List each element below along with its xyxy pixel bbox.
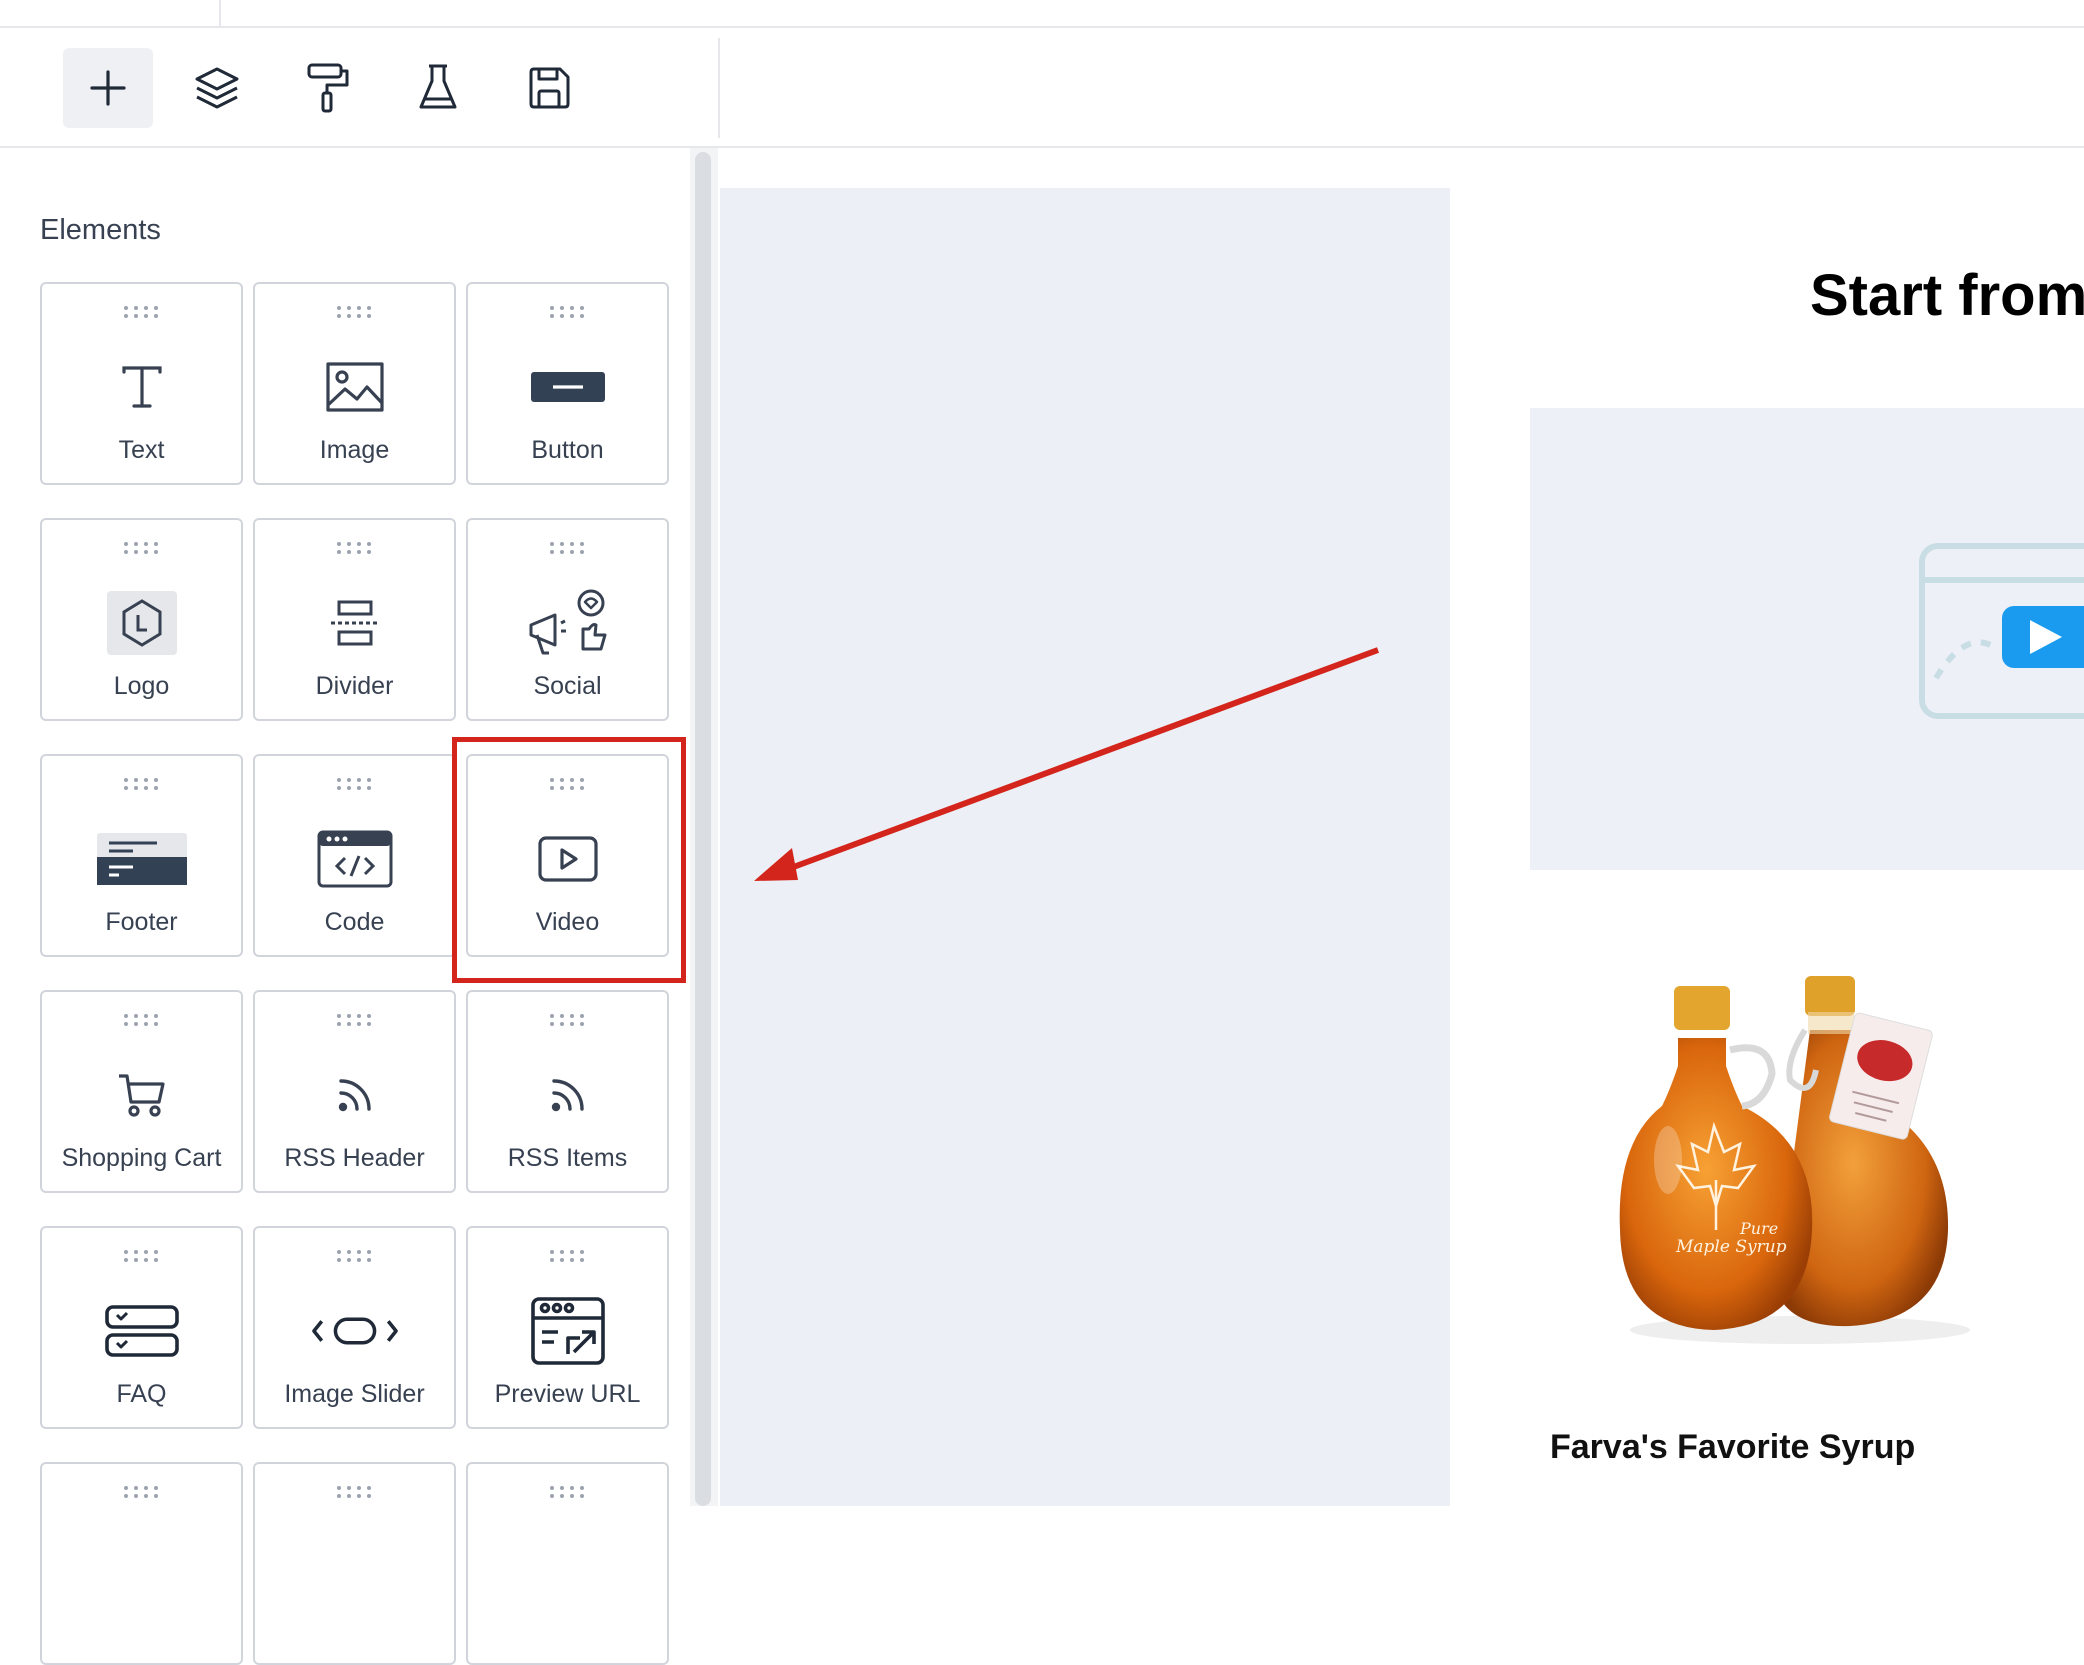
element-tile-preview-url[interactable]: Preview URL bbox=[466, 1226, 669, 1429]
drag-handle-icon bbox=[549, 1014, 584, 1026]
save-button[interactable] bbox=[504, 48, 594, 128]
add-icon bbox=[90, 70, 126, 106]
slider-icon bbox=[310, 1286, 400, 1376]
element-label: Divider bbox=[315, 672, 394, 700]
element-label: RSS Items bbox=[507, 1144, 628, 1172]
element-label: Preview URL bbox=[494, 1380, 641, 1408]
rss-icon bbox=[523, 1050, 613, 1140]
element-label: Shopping Cart bbox=[61, 1144, 222, 1172]
drag-handle-icon bbox=[549, 306, 584, 318]
element-tile-shopping-cart[interactable]: Shopping Cart bbox=[40, 990, 243, 1193]
drag-handle-icon bbox=[123, 1014, 158, 1026]
paint-roller-icon bbox=[307, 63, 349, 113]
rss-icon bbox=[310, 1050, 400, 1140]
video-placeholder-icon bbox=[1919, 543, 2084, 719]
drag-handle-icon bbox=[336, 1250, 371, 1262]
drag-handle-icon bbox=[123, 1250, 158, 1262]
drag-handle-icon bbox=[123, 778, 158, 790]
element-label: Button bbox=[531, 436, 604, 464]
element-label: RSS Header bbox=[284, 1144, 425, 1172]
sidebar-scrollbar[interactable] bbox=[695, 152, 711, 1506]
logo-icon bbox=[97, 578, 187, 668]
divider-icon bbox=[310, 578, 400, 668]
drag-handle-icon bbox=[549, 1250, 584, 1262]
cart-icon bbox=[97, 1050, 187, 1140]
drag-handle-icon bbox=[123, 306, 158, 318]
maple-syrup-bottles-image: Pure Maple Syrup bbox=[1550, 930, 2030, 1380]
element-label: Image bbox=[319, 436, 390, 464]
element-tile-partial[interactable] bbox=[466, 1462, 669, 1665]
element-tile-partial[interactable] bbox=[40, 1462, 243, 1665]
drag-handle-icon bbox=[336, 542, 371, 554]
video-highlight-box bbox=[452, 737, 686, 983]
product-image[interactable]: Pure Maple Syrup bbox=[1550, 930, 2030, 1380]
drag-handle-icon bbox=[123, 542, 158, 554]
social-icon bbox=[523, 578, 613, 668]
style-button[interactable] bbox=[283, 48, 373, 128]
element-tile-image[interactable]: Image bbox=[253, 282, 456, 485]
element-label: Text bbox=[118, 436, 165, 464]
preview-url-icon bbox=[523, 1286, 613, 1376]
footer-icon bbox=[96, 814, 187, 904]
add-element-button[interactable] bbox=[63, 48, 153, 128]
flask-icon bbox=[419, 64, 457, 109]
toolbar-divider bbox=[718, 38, 720, 138]
bottle-label-maple-syrup: Maple Syrup bbox=[1675, 1237, 1787, 1257]
element-tile-divider[interactable]: Divider bbox=[253, 518, 456, 721]
drag-handle-icon bbox=[336, 1014, 371, 1026]
element-label: Footer bbox=[105, 908, 178, 936]
element-tile-social[interactable]: Social bbox=[466, 518, 669, 721]
element-label: FAQ bbox=[116, 1380, 167, 1408]
bottle-label-pure: Pure bbox=[1739, 1219, 1778, 1238]
text-icon bbox=[97, 342, 187, 432]
element-tile-text[interactable]: Text bbox=[40, 282, 243, 485]
save-icon bbox=[529, 67, 570, 109]
drag-handle-icon bbox=[123, 1486, 158, 1498]
video-placeholder[interactable] bbox=[1530, 408, 2084, 870]
drag-handle-icon bbox=[549, 542, 584, 554]
code-icon bbox=[310, 814, 400, 904]
element-label: Image Slider bbox=[284, 1380, 425, 1408]
element-tile-logo[interactable]: Logo bbox=[40, 518, 243, 721]
element-label: Logo bbox=[113, 672, 170, 700]
element-tile-footer[interactable]: Footer bbox=[40, 754, 243, 957]
top-strip-separator bbox=[219, 0, 221, 26]
canvas-heading[interactable]: Start from bbox=[1810, 262, 2084, 329]
element-tile-partial[interactable] bbox=[253, 1462, 456, 1665]
sidebar-title: Elements bbox=[40, 214, 161, 246]
drag-handle-icon bbox=[336, 1486, 371, 1498]
product-title[interactable]: Farva's Favorite Syrup bbox=[1550, 1428, 1915, 1467]
drag-handle-icon bbox=[549, 1486, 584, 1498]
top-strip bbox=[0, 0, 2084, 28]
drag-handle-icon bbox=[336, 778, 371, 790]
element-tile-button[interactable]: Button bbox=[466, 282, 669, 485]
drag-handle-icon bbox=[336, 306, 371, 318]
element-tile-faq[interactable]: FAQ bbox=[40, 1226, 243, 1429]
element-tile-rss-items[interactable]: RSS Items bbox=[466, 990, 669, 1193]
image-icon bbox=[310, 342, 400, 432]
element-tile-code[interactable]: Code bbox=[253, 754, 456, 957]
button-icon bbox=[523, 342, 613, 432]
element-label: Code bbox=[324, 908, 385, 936]
element-tile-rss-header[interactable]: RSS Header bbox=[253, 990, 456, 1193]
toolbar bbox=[0, 28, 2084, 148]
annotation-arrow-icon bbox=[754, 647, 1380, 881]
layers-button[interactable] bbox=[172, 48, 262, 128]
faq-icon bbox=[97, 1286, 187, 1376]
test-button[interactable] bbox=[393, 48, 483, 128]
element-label: Social bbox=[533, 672, 602, 700]
element-tile-image-slider[interactable]: Image Slider bbox=[253, 1226, 456, 1429]
layers-icon bbox=[195, 67, 239, 109]
